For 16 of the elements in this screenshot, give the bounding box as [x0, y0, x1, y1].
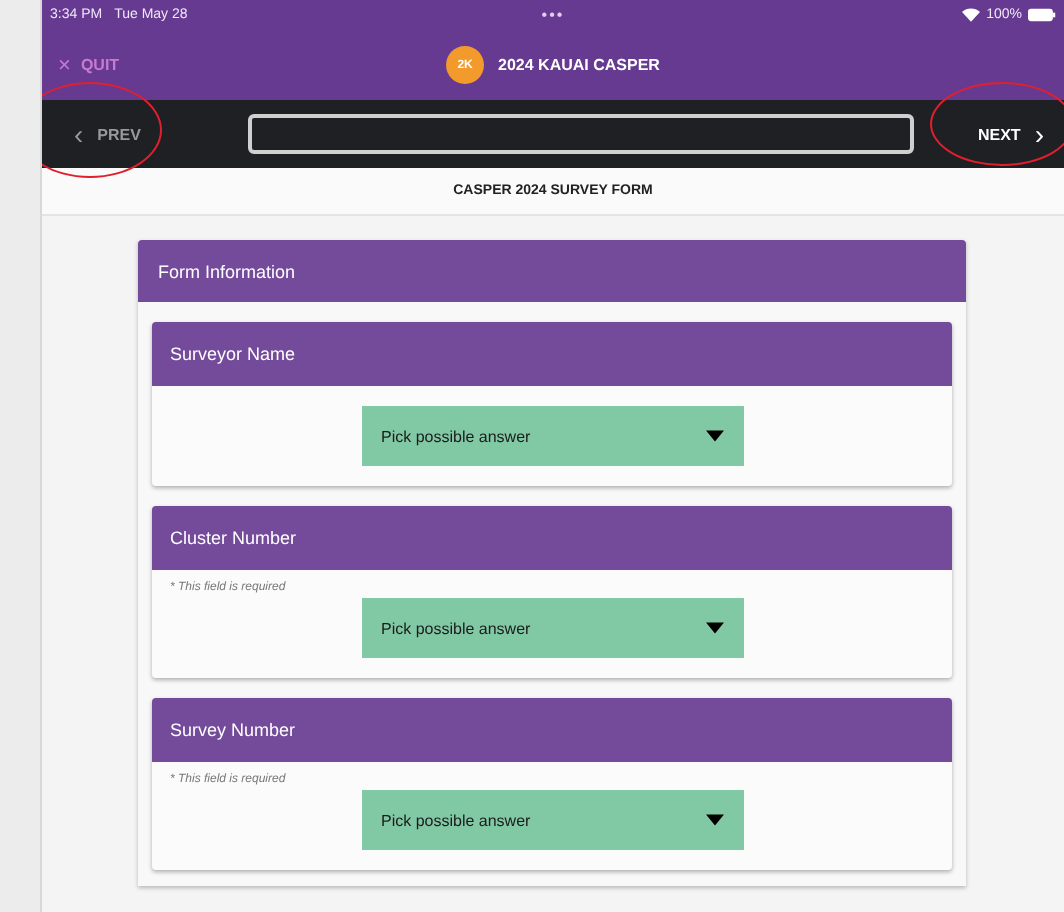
answer-dropdown[interactable]: Pick possible answer: [361, 790, 743, 850]
next-button[interactable]: NEXT ›: [965, 117, 1056, 151]
question-header: Cluster Number: [152, 506, 952, 570]
app-title: 2024 KAUAI CASPER: [498, 56, 660, 74]
question-header: Surveyor Name: [152, 322, 952, 386]
answer-dropdown[interactable]: Pick possible answer: [361, 598, 743, 658]
answer-dropdown[interactable]: Pick possible answer: [361, 406, 743, 466]
caret-icon: [705, 430, 723, 442]
battery-icon: [1028, 8, 1056, 22]
caret-icon: [705, 622, 723, 634]
multitask-dots: •••: [541, 6, 565, 24]
wifi-icon: [962, 8, 981, 22]
caret-icon: [705, 814, 723, 826]
section-header: Form Information: [138, 240, 966, 302]
prev-button[interactable]: ‹ PREV: [62, 117, 153, 151]
question-header: Survey Number: [152, 698, 952, 762]
